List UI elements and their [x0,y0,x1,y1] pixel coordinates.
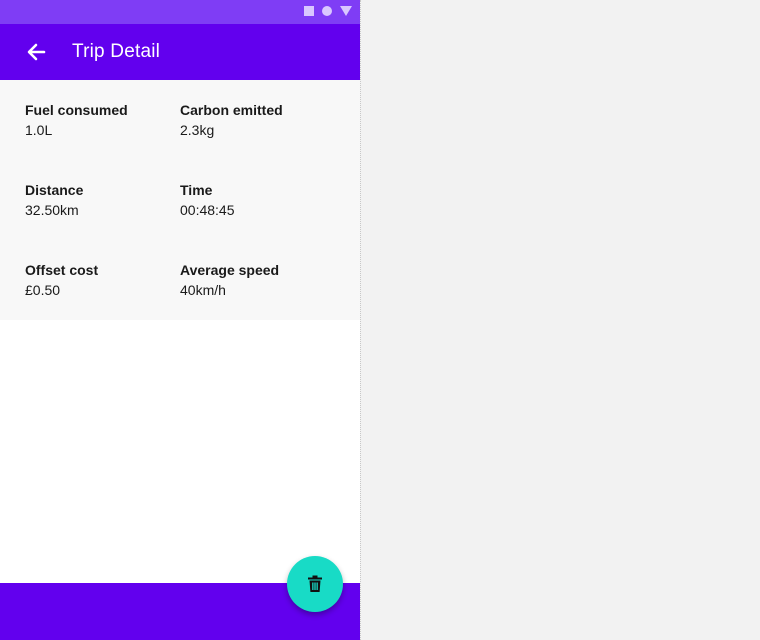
stat-value: £0.50 [25,282,61,298]
stat-fuel-consumed: Fuel consumed 1.0L [25,100,175,140]
trash-icon [308,575,322,592]
status-icons [304,6,352,16]
phone-screen: Trip Detail Fuel consumed 1.0L Carbon em… [0,0,360,640]
stat-label: Carbon emitted [180,102,283,118]
back-button[interactable] [20,36,52,68]
stat-average-speed: Average speed 40km/h [180,260,330,300]
circle-icon [322,6,332,16]
delete-trip-button[interactable] [287,556,343,612]
stat-label: Offset cost [25,262,99,278]
square-icon [304,6,314,16]
stat-label: Distance [25,182,84,198]
page-title: Trip Detail [72,41,161,62]
stat-distance: Distance 32.50km [25,180,175,220]
stat-offset-cost: Offset cost £0.50 [25,260,175,300]
device-edge [360,0,361,640]
stat-value: 00:48:45 [180,202,235,218]
stat-value: 40km/h [180,282,226,298]
arrow-left-icon [27,43,46,61]
stat-time: Time 00:48:45 [180,180,330,220]
stat-label: Time [180,182,213,198]
stat-label: Average speed [180,262,280,278]
trip-stats: Fuel consumed 1.0L Carbon emitted 2.3kg … [0,80,360,320]
app-bar: Trip Detail [0,24,360,80]
stat-value: 32.50km [25,202,79,218]
triangle-icon [340,6,352,16]
stat-label: Fuel consumed [25,102,128,118]
stat-carbon-emitted: Carbon emitted 2.3kg [180,100,330,140]
status-bar [0,0,360,24]
stat-value: 2.3kg [180,122,215,138]
stat-value: 1.0L [25,122,53,138]
